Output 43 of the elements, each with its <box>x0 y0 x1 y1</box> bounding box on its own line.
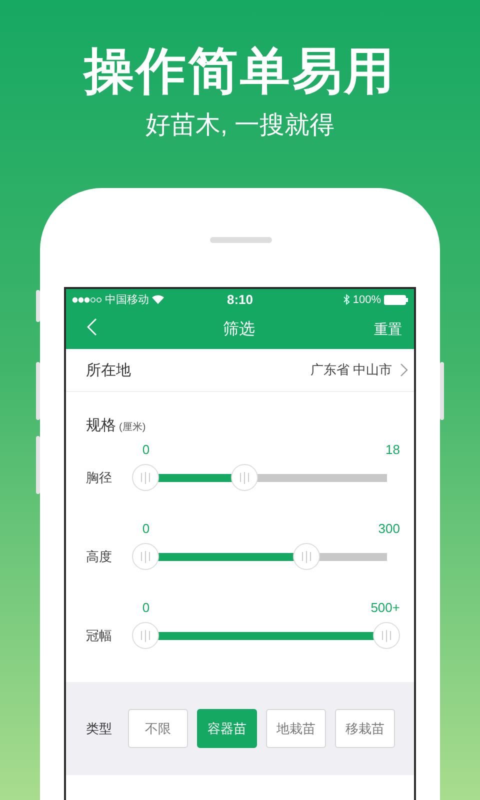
max-value: 300 <box>378 521 400 536</box>
min-value: 0 <box>142 600 150 615</box>
type-option[interactable]: 地栽苗 <box>266 709 326 748</box>
reset-button[interactable]: 重置 <box>374 320 402 338</box>
side-key-drawing <box>36 290 40 322</box>
slider-thumb[interactable] <box>132 464 159 491</box>
type-option[interactable]: 容器苗 <box>197 709 257 748</box>
wifi-icon <box>152 295 164 304</box>
subtitle: 好苗木, 一搜就得 <box>146 110 334 141</box>
type-label: 类型 <box>86 720 113 738</box>
headline: 操作简单易用 <box>84 42 396 101</box>
chevron-left-icon <box>87 318 97 336</box>
signal-icon <box>72 296 102 302</box>
slider-label: 高度 <box>86 549 112 565</box>
screen-title: 筛选 <box>222 320 256 340</box>
battery-level: 100% <box>352 294 381 306</box>
side-key-drawing <box>440 362 444 420</box>
clock: 8:10 <box>226 292 254 307</box>
side-key-drawing <box>36 362 40 420</box>
slider-label: 胸径 <box>86 470 112 486</box>
min-value: 0 <box>142 521 150 536</box>
carrier-name: 中国移动 <box>105 293 149 307</box>
section-title: 规格 <box>86 417 116 434</box>
range-slider[interactable] <box>132 622 400 649</box>
chevron-right-icon <box>400 363 408 377</box>
battery-icon <box>384 294 408 304</box>
slider-thumb[interactable] <box>132 622 159 649</box>
speaker-drawing <box>210 237 272 243</box>
slider-thumb[interactable] <box>132 543 159 570</box>
max-value: 18 <box>386 442 400 457</box>
slider-thumb[interactable] <box>373 622 400 649</box>
type-option[interactable]: 不限 <box>128 709 188 748</box>
slider-label: 冠幅 <box>86 628 112 644</box>
slider-thumb[interactable] <box>230 464 258 491</box>
location-label: 所在地 <box>86 360 132 380</box>
location-value[interactable]: 广东省 中山市 <box>310 361 392 379</box>
side-key-drawing <box>36 436 40 494</box>
min-value: 0 <box>142 442 150 457</box>
unit-label: (厘米) <box>119 422 146 433</box>
slider-thumb[interactable] <box>293 543 320 570</box>
bluetooth-icon <box>342 294 350 305</box>
type-option[interactable]: 移栽苗 <box>335 709 395 748</box>
max-value: 500+ <box>370 600 400 615</box>
